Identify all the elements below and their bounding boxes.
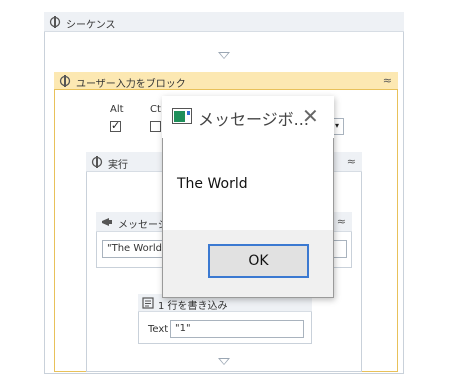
do-title: 実行 (108, 160, 128, 171)
ctrl-checkbox[interactable] (150, 121, 161, 132)
chevron-down-icon: ▾ (335, 121, 340, 130)
ok-button[interactable]: OK (208, 244, 309, 278)
sequence-title: シーケンス (66, 20, 116, 31)
do-icon (91, 156, 103, 168)
collapse-icon[interactable]: ≈ (383, 74, 392, 87)
text-input[interactable]: "1" (170, 320, 304, 338)
sequence-header[interactable]: シーケンス (44, 12, 404, 32)
sequence-icon (49, 16, 61, 28)
ctrl-key-label: Ct (150, 104, 161, 115)
message-text-field[interactable]: "The World" (102, 240, 166, 258)
collapse-icon[interactable]: ≈ (347, 155, 356, 168)
block-input-header[interactable]: ユーザー入力をブロック ≈ (54, 72, 398, 90)
write-line-icon (142, 297, 154, 309)
block-input-title: ユーザー入力をブロック (76, 79, 186, 90)
dialog-titlebar[interactable]: メッセージボ... ✕ (162, 96, 334, 138)
write-line-title: 1 行を書き込み (158, 301, 228, 312)
text-label: Text (148, 324, 169, 335)
collapse-icon[interactable]: ≈ (337, 215, 346, 228)
dialog-message: The World (177, 176, 248, 192)
block-input-icon (59, 75, 71, 87)
alt-key-label: Alt (110, 104, 124, 115)
dialog-title: メッセージボ... (198, 110, 309, 129)
flow-arrow-icon (218, 52, 230, 59)
close-icon[interactable]: ✕ (302, 106, 319, 126)
app-icon (172, 108, 192, 124)
key-dropdown[interactable]: ▾ (334, 118, 344, 135)
flow-arrow-icon (218, 358, 230, 365)
alt-checkbox[interactable] (110, 119, 121, 132)
message-icon (101, 216, 113, 228)
message-text-field-end[interactable] (334, 240, 347, 258)
